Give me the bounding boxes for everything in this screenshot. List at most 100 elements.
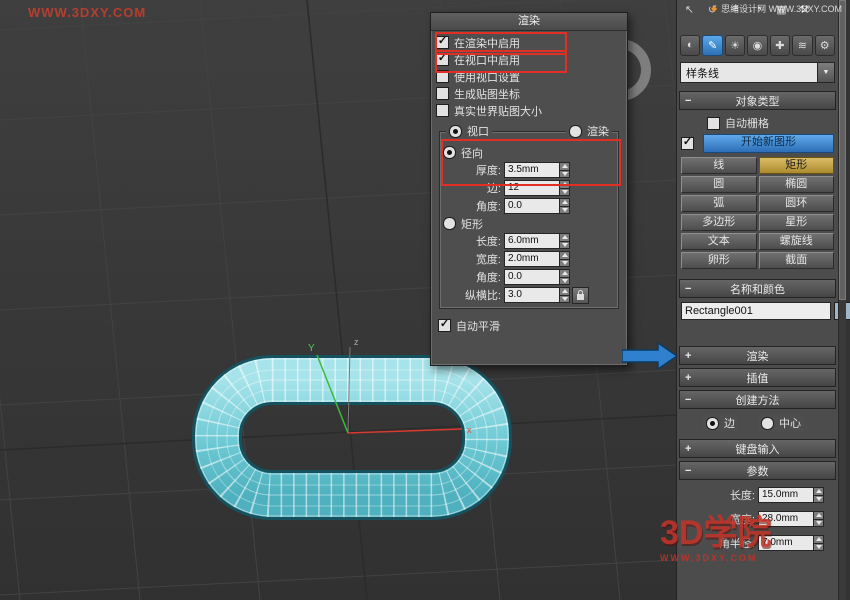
spinner-down-icon[interactable]: [559, 277, 570, 286]
cameras-category-icon[interactable]: ◉: [747, 35, 767, 56]
spinner-down-icon[interactable]: [559, 259, 570, 268]
aspect-spinner[interactable]: 3.0: [504, 287, 570, 303]
start-new-shape-button[interactable]: 开始新图形: [703, 134, 834, 153]
spinner-arrows[interactable]: [813, 511, 824, 527]
aspect-lock-button[interactable]: [572, 287, 589, 304]
shape-button-ngon[interactable]: 多边形: [681, 214, 757, 231]
geometry-category-icon[interactable]: ◐: [680, 35, 700, 56]
spinner-arrows[interactable]: [559, 198, 570, 214]
autogrid-checkbox[interactable]: [707, 117, 720, 130]
lights-category-icon[interactable]: ☀: [725, 35, 745, 56]
shape-button-ellipse[interactable]: 椭圆: [759, 176, 835, 193]
auto-smooth-checkbox[interactable]: ✓: [438, 319, 451, 332]
rollout-header-rendering[interactable]: + 渲染: [679, 346, 836, 365]
spinner-up-icon[interactable]: [559, 198, 570, 206]
width-spinner[interactable]: 2.0mm: [504, 251, 570, 267]
angle-spinner[interactable]: 0.0: [504, 198, 570, 214]
spinner-up-icon[interactable]: [813, 511, 824, 519]
length-spinner[interactable]: 6.0mm: [504, 233, 570, 249]
enable-in-renderer-row[interactable]: ✓ 在渲染中启用: [436, 34, 622, 51]
length-param-spinner[interactable]: 15.0mm: [758, 487, 824, 503]
edge-radio[interactable]: 边: [703, 415, 738, 431]
spinner-value[interactable]: 6.0mm: [504, 233, 559, 249]
rollout-header-object-type[interactable]: − 对象类型: [679, 91, 836, 110]
generate-mapping-coords-checkbox[interactable]: [436, 87, 449, 100]
render-rollout-title[interactable]: 渲染: [431, 13, 627, 31]
spinner-down-icon[interactable]: [559, 295, 570, 304]
spinner-down-icon[interactable]: [559, 170, 570, 179]
rollout-header-parameters[interactable]: − 参数: [679, 461, 836, 480]
spinner-value[interactable]: 0.0: [504, 198, 559, 214]
rollout-header-keyboard-entry[interactable]: + 键盘输入: [679, 439, 836, 458]
shape-button-egg[interactable]: 卵形: [681, 252, 757, 269]
generate-mapping-coords-row[interactable]: 生成贴图坐标: [436, 85, 622, 102]
auto-smooth-row[interactable]: ✓ 自动平滑: [436, 317, 622, 334]
spinner-arrows[interactable]: [813, 535, 824, 551]
spinner-arrows[interactable]: [559, 162, 570, 178]
shape-button-rectangle[interactable]: 矩形: [759, 157, 835, 174]
shape-button-section[interactable]: 截面: [759, 252, 835, 269]
thickness-spinner[interactable]: 3.5mm: [504, 162, 570, 178]
rectangular-radio-row[interactable]: 矩形: [443, 215, 615, 232]
radial-radio-row[interactable]: 径向: [443, 144, 615, 161]
spinner-arrows[interactable]: [559, 180, 570, 196]
shape-button-circle[interactable]: 圆: [681, 176, 757, 193]
shapes-category-icon[interactable]: ✎: [702, 35, 722, 56]
create-tab-icon[interactable]: ↖: [683, 3, 696, 16]
spinner-down-icon[interactable]: [559, 241, 570, 250]
shape-button-text[interactable]: 文本: [681, 233, 757, 250]
spinner-up-icon[interactable]: [813, 487, 824, 495]
spinner-up-icon[interactable]: [559, 251, 570, 259]
spinner-up-icon[interactable]: [559, 233, 570, 241]
start-new-shape-checkbox[interactable]: ✓: [681, 137, 694, 150]
shape-button-arc[interactable]: 弧: [681, 195, 757, 212]
shape-button-helix[interactable]: 螺旋线: [759, 233, 835, 250]
shape-type-dropdown[interactable]: 样条线 ▼: [680, 62, 835, 83]
shape-button-donut[interactable]: 圆环: [759, 195, 835, 212]
spinner-value[interactable]: 15.0mm: [758, 487, 813, 503]
enable-in-renderer-checkbox[interactable]: ✓: [436, 36, 449, 49]
sides-spinner[interactable]: 12: [504, 180, 570, 196]
spinner-up-icon[interactable]: [559, 269, 570, 277]
spinner-down-icon[interactable]: [813, 495, 824, 504]
rollout-header-interpolation[interactable]: + 插值: [679, 368, 836, 387]
spinner-value[interactable]: 0.0: [504, 269, 559, 285]
helpers-category-icon[interactable]: ✚: [770, 35, 790, 56]
use-viewport-settings-checkbox[interactable]: [436, 70, 449, 83]
spinner-arrows[interactable]: [559, 269, 570, 285]
rectangular-radio-icon[interactable]: [443, 217, 456, 230]
spinner-down-icon[interactable]: [559, 188, 570, 197]
spinner-value[interactable]: 12: [504, 180, 559, 196]
spinner-arrows[interactable]: [813, 487, 824, 503]
angle2-spinner[interactable]: 0.0: [504, 269, 570, 285]
spinner-up-icon[interactable]: [813, 535, 824, 543]
spinner-up-icon[interactable]: [559, 162, 570, 170]
systems-category-icon[interactable]: ⚙: [815, 35, 835, 56]
object-name-field[interactable]: [681, 302, 831, 320]
use-viewport-settings-row[interactable]: 使用视口设置: [436, 68, 622, 85]
enable-in-viewport-row[interactable]: ✓ 在视口中启用: [436, 51, 622, 68]
spinner-arrows[interactable]: [559, 251, 570, 267]
spacewarps-category-icon[interactable]: ≋: [792, 35, 812, 56]
radial-radio-icon[interactable]: [443, 146, 456, 159]
chevron-down-icon[interactable]: ▼: [817, 63, 834, 82]
spinner-value[interactable]: 3.0: [504, 287, 559, 303]
scrollbar-thumb[interactable]: [839, 0, 846, 300]
spinner-value[interactable]: 2.0mm: [504, 251, 559, 267]
shape-button-line[interactable]: 线: [681, 157, 757, 174]
command-panel-scrollbar[interactable]: [838, 0, 846, 600]
spinner-down-icon[interactable]: [559, 206, 570, 215]
spinner-down-icon[interactable]: [813, 519, 824, 528]
shape-button-star[interactable]: 星形: [759, 214, 835, 231]
realworld-map-size-row[interactable]: 真实世界贴图大小: [436, 102, 622, 119]
spinner-up-icon[interactable]: [559, 180, 570, 188]
spinner-arrows[interactable]: [559, 287, 570, 303]
spinner-down-icon[interactable]: [813, 543, 824, 552]
enable-in-viewport-checkbox[interactable]: ✓: [436, 53, 449, 66]
autogrid-row[interactable]: 自动栅格: [707, 114, 838, 132]
viewport-radio[interactable]: 视口: [446, 123, 492, 139]
spinner-value[interactable]: 3.5mm: [504, 162, 559, 178]
rollout-header-creation-method[interactable]: − 创建方法: [679, 390, 836, 409]
spinner-arrows[interactable]: [559, 233, 570, 249]
spinner-up-icon[interactable]: [559, 287, 570, 295]
